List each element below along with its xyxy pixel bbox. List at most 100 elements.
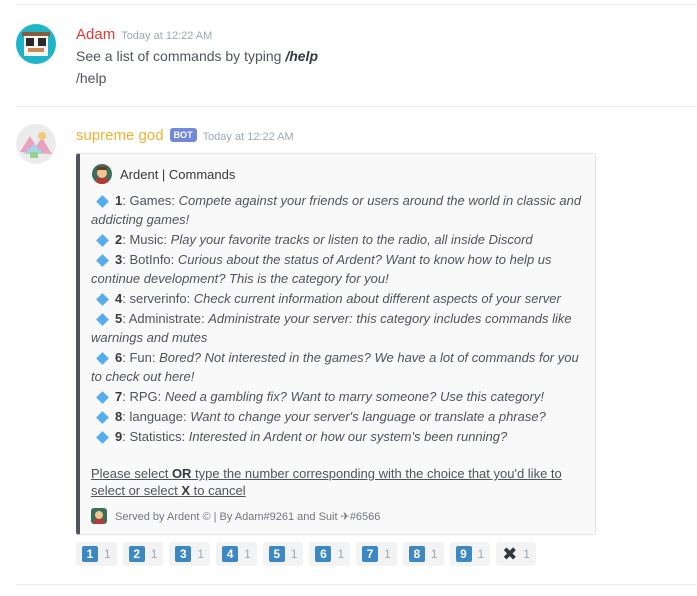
- message-divider: [16, 106, 697, 107]
- command-help: /help: [285, 48, 318, 64]
- reaction-button[interactable]: 21: [122, 542, 164, 566]
- command-number: 7: [115, 389, 123, 404]
- command-item: 7: RPG: Need a gambling fix? Want to mar…: [91, 387, 587, 406]
- message-text: See a list of commands by typing /help: [76, 48, 318, 64]
- reaction-button[interactable]: 61: [309, 542, 351, 566]
- embed-author: Ardent | Commands: [92, 164, 235, 184]
- command-description: Need a gambling fix? Want to marry someo…: [164, 389, 544, 404]
- command-item: 1: Games: Compete against your friends o…: [91, 193, 582, 227]
- reaction-count: 1: [477, 547, 485, 561]
- reaction-count: 1: [244, 547, 251, 561]
- command-number: 2: [115, 232, 123, 247]
- keycap-6-icon: 6: [315, 546, 332, 562]
- commands-embed: Ardent | Commands 1: Games: Compete agai…: [76, 153, 596, 535]
- ardent-footer-icon: [91, 508, 107, 524]
- reaction-button[interactable]: ✖ 1: [496, 542, 536, 566]
- command-number: 1: [115, 193, 123, 208]
- command-category-name: Games: [129, 193, 172, 208]
- command-number: 8: [115, 409, 123, 424]
- blue-diamond-icon: [96, 430, 109, 444]
- keycap-1-icon: 1: [82, 546, 98, 562]
- username-bot[interactable]: supreme god: [76, 127, 164, 144]
- blue-diamond-icon: [96, 410, 109, 424]
- timestamp: Today at 12:22 AM: [202, 131, 294, 143]
- command-item: 6: Fun: Bored? Not interested in the gam…: [91, 350, 579, 384]
- keycap-8-icon: 8: [408, 546, 425, 562]
- reaction-count: 1: [150, 547, 158, 561]
- adam-avatar[interactable]: [16, 24, 56, 64]
- blue-diamond-icon: [96, 233, 109, 247]
- reaction-button[interactable]: 11: [76, 542, 117, 566]
- keycap-9-icon: 9: [455, 546, 472, 562]
- embed-command-list: 1: Games: Compete against your friends o…: [91, 191, 587, 447]
- blue-diamond-icon: [96, 351, 109, 365]
- username-adam[interactable]: Adam: [76, 26, 115, 43]
- command-item: 4: serverinfo: Check current information…: [91, 289, 587, 308]
- command-category-name: Administrate: [128, 311, 201, 326]
- message-text-prefix: See a list of commands by typing: [76, 48, 286, 64]
- reaction-button[interactable]: 31: [169, 542, 211, 566]
- command-number: 5: [115, 311, 123, 326]
- command-description: Bored? Not interested in the games? We h…: [91, 350, 579, 384]
- command-description: Want to change your server's language or…: [190, 409, 546, 424]
- command-number: 3: [115, 252, 123, 267]
- top-divider: [16, 4, 697, 5]
- reaction-button[interactable]: 41: [216, 542, 257, 566]
- select-x: X: [181, 483, 190, 498]
- bottom-divider: [16, 584, 697, 585]
- reaction-button[interactable]: 51: [262, 542, 304, 566]
- select-text-1: Please select: [91, 466, 172, 481]
- command-description: Interested in Ardent or how our system's…: [188, 429, 508, 444]
- command-item: 9: Statistics: Interested in Ardent or h…: [91, 427, 587, 446]
- command-number: 9: [115, 429, 123, 444]
- blue-diamond-icon: [96, 292, 109, 306]
- select-text-3: to cancel: [190, 483, 246, 498]
- command-category-name: BotInfo: [129, 252, 171, 267]
- command-category-name: Fun: [129, 350, 152, 365]
- reaction-count: 1: [290, 547, 298, 561]
- embed-footer: Served by Ardent © | By Adam#9261 and Su…: [91, 508, 380, 524]
- reaction-button[interactable]: 81: [402, 542, 444, 566]
- ardent-author-icon: [92, 164, 112, 184]
- reaction-count: 1: [384, 547, 391, 561]
- bot-avatar[interactable]: [16, 124, 56, 164]
- reaction-button[interactable]: 91: [449, 542, 491, 566]
- reaction-count: 1: [523, 547, 530, 561]
- command-number: 6: [115, 350, 123, 365]
- blue-diamond-icon: [96, 312, 109, 326]
- blue-diamond-icon: [96, 253, 109, 267]
- keycap-5-icon: 5: [268, 546, 285, 562]
- reaction-button[interactable]: 71: [356, 542, 397, 566]
- select-or: OR: [171, 466, 192, 481]
- keycap-3-icon: 3: [175, 546, 192, 562]
- bot-tag: BOT: [169, 128, 197, 142]
- reaction-count: 1: [337, 547, 345, 561]
- command-item: 2: Music: Play your favorite tracks or l…: [91, 230, 587, 249]
- reaction-count: 1: [430, 547, 438, 561]
- command-description: Play your favorite tracks or listen to t…: [170, 232, 533, 247]
- command-category-name: Music: [129, 232, 164, 247]
- embed-footer-text: Served by Ardent © | By Adam#9261 and Su…: [115, 510, 381, 523]
- select-instruction: Please select OR type the number corresp…: [91, 465, 581, 499]
- command-number: 4: [115, 291, 123, 306]
- blue-diamond-icon: [96, 194, 109, 208]
- command-category-name: language: [129, 409, 183, 424]
- command-item: 5: Administrate: Administrate your serve…: [91, 311, 572, 345]
- command-category-name: Statistics: [129, 429, 182, 444]
- x-mark-icon: ✖: [502, 544, 518, 564]
- blue-diamond-icon: [96, 390, 109, 404]
- embed-author-name: Ardent | Commands: [120, 166, 236, 182]
- timestamp: Today at 12:22 AM: [121, 30, 213, 42]
- reaction-count: 1: [104, 547, 111, 561]
- keycap-4-icon: 4: [222, 546, 239, 562]
- command-item: 3: BotInfo: Curious about the status of …: [91, 252, 552, 286]
- keycap-2-icon: 2: [128, 546, 145, 562]
- command-category-name: RPG: [129, 389, 158, 404]
- command-item: 8: language: Want to change your server'…: [91, 407, 587, 426]
- reaction-count: 1: [197, 547, 205, 561]
- command-description: Check current information about differen…: [193, 291, 561, 306]
- reaction-bar: 1 1 2 1 3 1 4 1 5 1 6 1 7 1 8 1 9 1 ✖ 1: [76, 542, 536, 566]
- message-command-line: /help: [76, 70, 107, 86]
- keycap-7-icon: 7: [362, 546, 379, 562]
- command-category-name: serverinfo: [129, 291, 187, 306]
